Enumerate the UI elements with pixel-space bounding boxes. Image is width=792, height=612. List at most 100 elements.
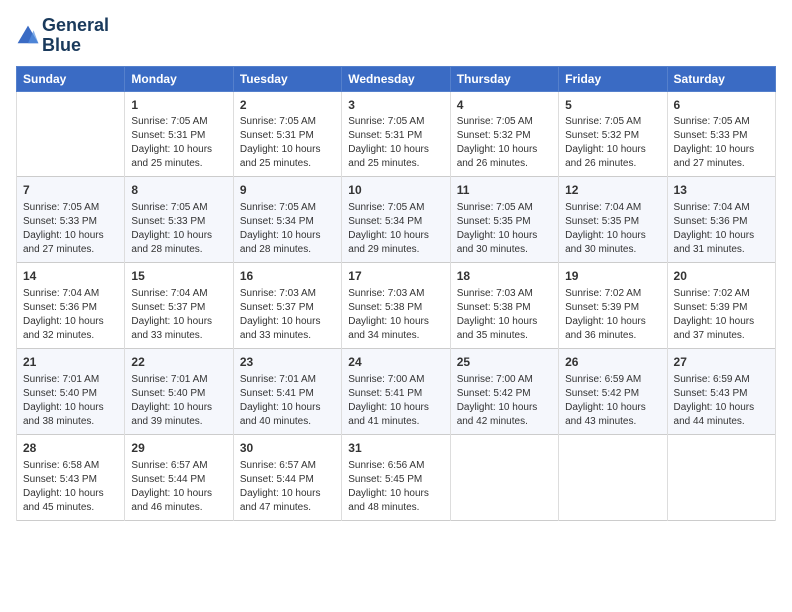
calendar-cell: 31 Sunrise: 6:56 AMSunset: 5:45 PMDayligh… xyxy=(342,434,450,520)
calendar-cell: 23 Sunrise: 7:01 AMSunset: 5:41 PMDayligh… xyxy=(233,348,341,434)
page-header: General Blue xyxy=(16,16,776,56)
logo-text: General Blue xyxy=(42,16,109,56)
day-content: Sunrise: 7:01 AMSunset: 5:41 PMDaylight:… xyxy=(240,373,335,429)
day-number: 4 xyxy=(457,97,552,114)
calendar-cell: 20 Sunrise: 7:02 AMSunset: 5:39 PMDayligh… xyxy=(667,263,775,349)
day-number: 17 xyxy=(348,268,443,285)
calendar-week-row: 1Sunrise: 7:05 AMSunset: 5:31 PMDaylight… xyxy=(17,91,776,177)
day-number: 16 xyxy=(240,268,335,285)
day-content: Sunrise: 7:04 AMSunset: 5:35 PMDaylight:… xyxy=(565,201,660,257)
day-content: Sunrise: 7:00 AMSunset: 5:41 PMDaylight:… xyxy=(348,373,443,429)
calendar-cell xyxy=(17,91,125,177)
day-number: 2 xyxy=(240,97,335,114)
day-number: 29 xyxy=(131,440,226,457)
day-content: Sunrise: 6:57 AMSunset: 5:44 PMDaylight:… xyxy=(240,459,335,515)
calendar-cell: 10 Sunrise: 7:05 AMSunset: 5:34 PMDayligh… xyxy=(342,177,450,263)
calendar-cell: 9Sunrise: 7:05 AMSunset: 5:34 PMDaylight… xyxy=(233,177,341,263)
day-number: 5 xyxy=(565,97,660,114)
weekday-header-tuesday: Tuesday xyxy=(233,66,341,91)
day-content: Sunrise: 7:04 AMSunset: 5:36 PMDaylight:… xyxy=(674,201,769,257)
weekday-header-wednesday: Wednesday xyxy=(342,66,450,91)
calendar-cell: 13 Sunrise: 7:04 AMSunset: 5:36 PMDayligh… xyxy=(667,177,775,263)
day-number: 22 xyxy=(131,354,226,371)
calendar-cell: 8 Sunrise: 7:05 AMSunset: 5:33 PMDaylight… xyxy=(125,177,233,263)
calendar-cell xyxy=(450,434,558,520)
day-content: Sunrise: 7:05 AMSunset: 5:33 PMDaylight:… xyxy=(674,115,769,171)
calendar-week-row: 21 Sunrise: 7:01 AMSunset: 5:40 PMDayligh… xyxy=(17,348,776,434)
day-number: 19 xyxy=(565,268,660,285)
day-number: 18 xyxy=(457,268,552,285)
calendar-cell xyxy=(559,434,667,520)
day-number: 31 xyxy=(348,440,443,457)
day-number: 23 xyxy=(240,354,335,371)
day-content: Sunrise: 6:59 AMSunset: 5:43 PMDaylight:… xyxy=(674,373,769,429)
calendar-cell: 5Sunrise: 7:05 AMSunset: 5:32 PMDaylight… xyxy=(559,91,667,177)
day-number: 3 xyxy=(348,97,443,114)
calendar-cell: 21 Sunrise: 7:01 AMSunset: 5:40 PMDayligh… xyxy=(17,348,125,434)
calendar-cell: 18 Sunrise: 7:03 AMSunset: 5:38 PMDayligh… xyxy=(450,263,558,349)
weekday-header-monday: Monday xyxy=(125,66,233,91)
calendar-cell: 2Sunrise: 7:05 AMSunset: 5:31 PMDaylight… xyxy=(233,91,341,177)
calendar-body: 1Sunrise: 7:05 AMSunset: 5:31 PMDaylight… xyxy=(17,91,776,520)
day-number: 7 xyxy=(23,182,118,199)
day-content: Sunrise: 7:02 AMSunset: 5:39 PMDaylight:… xyxy=(565,287,660,343)
day-content: Sunrise: 7:05 AMSunset: 5:31 PMDaylight:… xyxy=(240,115,335,171)
day-content: Sunrise: 7:05 AMSunset: 5:35 PMDaylight:… xyxy=(457,201,552,257)
calendar-cell: 15 Sunrise: 7:04 AMSunset: 5:37 PMDayligh… xyxy=(125,263,233,349)
day-number: 25 xyxy=(457,354,552,371)
calendar-cell: 26 Sunrise: 6:59 AMSunset: 5:42 PMDayligh… xyxy=(559,348,667,434)
day-content: Sunrise: 7:05 AMSunset: 5:31 PMDaylight:… xyxy=(131,115,226,171)
day-number: 13 xyxy=(674,182,769,199)
day-content: Sunrise: 7:03 AMSunset: 5:38 PMDaylight:… xyxy=(457,287,552,343)
weekday-header-row: SundayMondayTuesdayWednesdayThursdayFrid… xyxy=(17,66,776,91)
calendar-cell: 25 Sunrise: 7:00 AMSunset: 5:42 PMDayligh… xyxy=(450,348,558,434)
day-content: Sunrise: 7:03 AMSunset: 5:37 PMDaylight:… xyxy=(240,287,335,343)
calendar-cell: 11 Sunrise: 7:05 AMSunset: 5:35 PMDayligh… xyxy=(450,177,558,263)
day-number: 15 xyxy=(131,268,226,285)
day-content: Sunrise: 7:00 AMSunset: 5:42 PMDaylight:… xyxy=(457,373,552,429)
day-content: Sunrise: 7:01 AMSunset: 5:40 PMDaylight:… xyxy=(23,373,118,429)
day-content: Sunrise: 7:02 AMSunset: 5:39 PMDaylight:… xyxy=(674,287,769,343)
calendar-week-row: 28 Sunrise: 6:58 AMSunset: 5:43 PMDayligh… xyxy=(17,434,776,520)
day-content: Sunrise: 7:05 AMSunset: 5:34 PMDaylight:… xyxy=(348,201,443,257)
day-content: Sunrise: 7:05 AMSunset: 5:32 PMDaylight:… xyxy=(457,115,552,171)
day-number: 21 xyxy=(23,354,118,371)
calendar-cell: 24Sunrise: 7:00 AMSunset: 5:41 PMDayligh… xyxy=(342,348,450,434)
day-number: 20 xyxy=(674,268,769,285)
day-content: Sunrise: 6:59 AMSunset: 5:42 PMDaylight:… xyxy=(565,373,660,429)
day-number: 10 xyxy=(348,182,443,199)
calendar-cell: 22Sunrise: 7:01 AMSunset: 5:40 PMDayligh… xyxy=(125,348,233,434)
calendar-week-row: 7 Sunrise: 7:05 AMSunset: 5:33 PMDaylight… xyxy=(17,177,776,263)
calendar-cell: 28 Sunrise: 6:58 AMSunset: 5:43 PMDayligh… xyxy=(17,434,125,520)
day-number: 11 xyxy=(457,182,552,199)
calendar-cell: 4Sunrise: 7:05 AMSunset: 5:32 PMDaylight… xyxy=(450,91,558,177)
day-content: Sunrise: 7:05 AMSunset: 5:33 PMDaylight:… xyxy=(131,201,226,257)
day-content: Sunrise: 7:03 AMSunset: 5:38 PMDaylight:… xyxy=(348,287,443,343)
day-content: Sunrise: 7:04 AMSunset: 5:36 PMDaylight:… xyxy=(23,287,118,343)
calendar-header: SundayMondayTuesdayWednesdayThursdayFrid… xyxy=(17,66,776,91)
calendar-cell: 16 Sunrise: 7:03 AMSunset: 5:37 PMDayligh… xyxy=(233,263,341,349)
calendar-cell: 19 Sunrise: 7:02 AMSunset: 5:39 PMDayligh… xyxy=(559,263,667,349)
weekday-header-saturday: Saturday xyxy=(667,66,775,91)
day-content: Sunrise: 7:04 AMSunset: 5:37 PMDaylight:… xyxy=(131,287,226,343)
calendar-cell: 3Sunrise: 7:05 AMSunset: 5:31 PMDaylight… xyxy=(342,91,450,177)
day-number: 28 xyxy=(23,440,118,457)
weekday-header-thursday: Thursday xyxy=(450,66,558,91)
calendar-cell: 29Sunrise: 6:57 AMSunset: 5:44 PMDayligh… xyxy=(125,434,233,520)
calendar-cell xyxy=(667,434,775,520)
day-content: Sunrise: 7:05 AMSunset: 5:33 PMDaylight:… xyxy=(23,201,118,257)
day-number: 26 xyxy=(565,354,660,371)
day-content: Sunrise: 6:58 AMSunset: 5:43 PMDaylight:… xyxy=(23,459,118,515)
day-content: Sunrise: 7:05 AMSunset: 5:34 PMDaylight:… xyxy=(240,201,335,257)
day-number: 14 xyxy=(23,268,118,285)
calendar-cell: 14 Sunrise: 7:04 AMSunset: 5:36 PMDayligh… xyxy=(17,263,125,349)
calendar-cell: 17 Sunrise: 7:03 AMSunset: 5:38 PMDayligh… xyxy=(342,263,450,349)
calendar-table: SundayMondayTuesdayWednesdayThursdayFrid… xyxy=(16,66,776,521)
day-number: 27 xyxy=(674,354,769,371)
weekday-header-sunday: Sunday xyxy=(17,66,125,91)
calendar-cell: 27 Sunrise: 6:59 AMSunset: 5:43 PMDayligh… xyxy=(667,348,775,434)
day-content: Sunrise: 7:05 AMSunset: 5:31 PMDaylight:… xyxy=(348,115,443,171)
day-content: Sunrise: 7:05 AMSunset: 5:32 PMDaylight:… xyxy=(565,115,660,171)
day-number: 8 xyxy=(131,182,226,199)
day-content: Sunrise: 6:56 AMSunset: 5:45 PMDaylight:… xyxy=(348,459,443,515)
